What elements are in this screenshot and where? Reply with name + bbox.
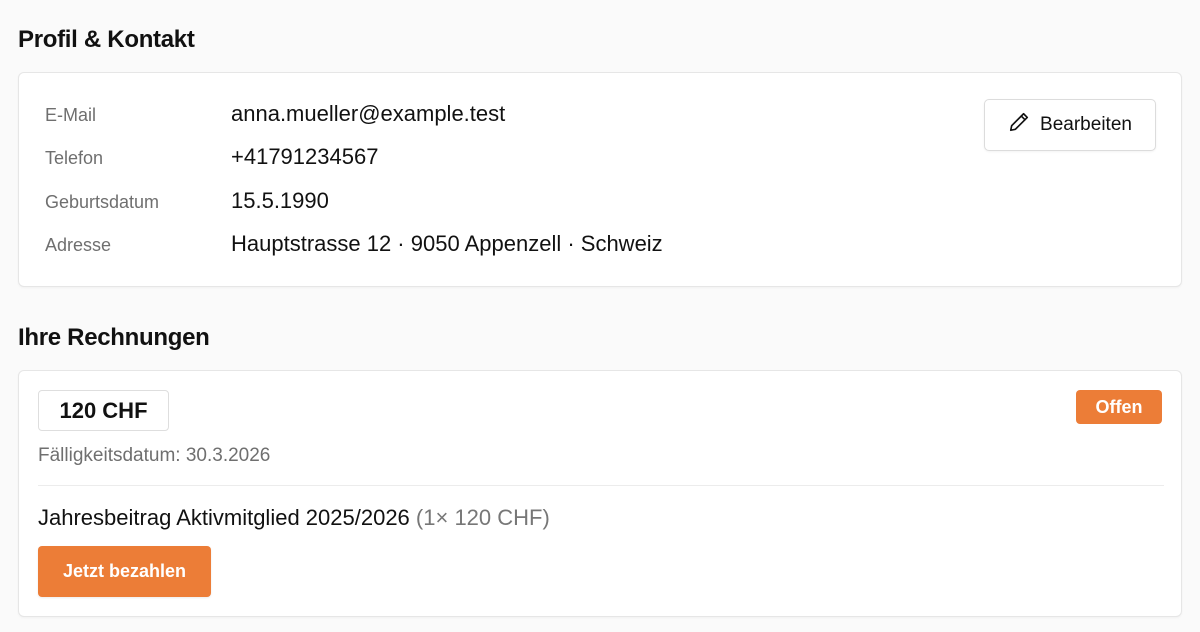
line-item-quantity: (1× 120 CHF) [415, 505, 550, 530]
address-value: Hauptstrasse 12 · 9050 Appenzell · Schwe… [231, 231, 663, 256]
pay-now-button[interactable]: Jetzt bezahlen [38, 546, 211, 597]
page: Profil & Kontakt E-Mail anna.mueller@exa… [0, 0, 1200, 632]
line-item-description: Jahresbeitrag Aktivmitglied 2025/2026 [38, 505, 410, 530]
birthdate-label: Geburtsdatum [45, 192, 160, 212]
phone-value: +41791234567 [231, 144, 379, 169]
phone-label: Telefon [45, 148, 104, 168]
profile-card: E-Mail anna.mueller@example.test Telefon… [18, 72, 1182, 287]
invoice-card: 120 CHF Offen Fälligkeitsdatum: 30.3.202… [18, 370, 1182, 617]
birthdate-value: 15.5.1990 [231, 188, 329, 213]
invoice-amount: 120 CHF [38, 390, 169, 431]
email-label: E-Mail [45, 105, 97, 125]
address-label: Adresse [45, 235, 112, 255]
divider [38, 485, 1164, 486]
status-badge: Offen [1076, 390, 1162, 424]
edit-profile-button[interactable]: Bearbeiten [984, 99, 1156, 151]
pencil-icon [1008, 111, 1030, 139]
profile-section-title: Profil & Kontakt [18, 26, 195, 53]
invoices-section-title: Ihre Rechnungen [18, 324, 210, 351]
invoice-due-date: Fälligkeitsdatum: 30.3.2026 [38, 445, 271, 466]
edit-profile-label: Bearbeiten [1040, 114, 1132, 135]
invoice-line-item: Jahresbeitrag Aktivmitglied 2025/2026 (1… [38, 505, 550, 531]
email-value: anna.mueller@example.test [231, 101, 506, 126]
